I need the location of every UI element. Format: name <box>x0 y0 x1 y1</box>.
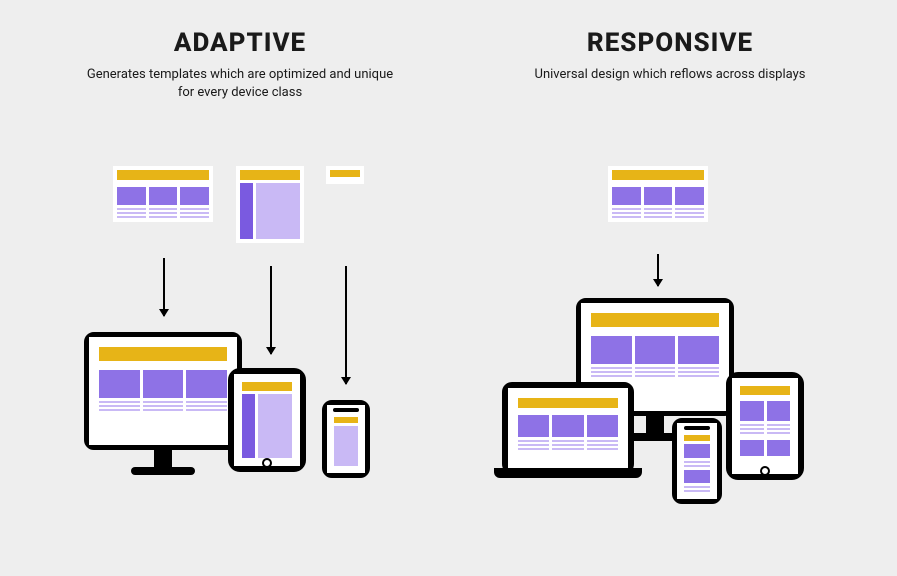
adaptive-template-phone <box>326 166 364 184</box>
arrow-icon <box>163 258 165 316</box>
responsive-subtitle: Universal design which reflows across di… <box>490 66 850 84</box>
adaptive-subtitle: Generates templates which are optimized … <box>60 66 420 102</box>
adaptive-column: ADAPTIVE Generates templates which are o… <box>60 28 420 102</box>
tablet-icon <box>726 372 804 480</box>
phone-icon <box>322 400 370 478</box>
arrow-icon <box>657 254 659 286</box>
adaptive-title: ADAPTIVE <box>60 28 420 58</box>
responsive-template <box>608 166 708 222</box>
adaptive-template-tablet <box>236 166 304 243</box>
phone-icon <box>672 418 722 504</box>
responsive-column: RESPONSIVE Universal design which reflow… <box>490 28 850 84</box>
adaptive-template-desktop <box>113 166 213 222</box>
arrow-icon <box>270 266 272 354</box>
arrow-icon <box>345 266 347 384</box>
desktop-monitor-icon <box>84 332 242 450</box>
responsive-title: RESPONSIVE <box>490 28 850 58</box>
laptop-icon <box>502 382 634 474</box>
tablet-icon <box>228 368 306 472</box>
